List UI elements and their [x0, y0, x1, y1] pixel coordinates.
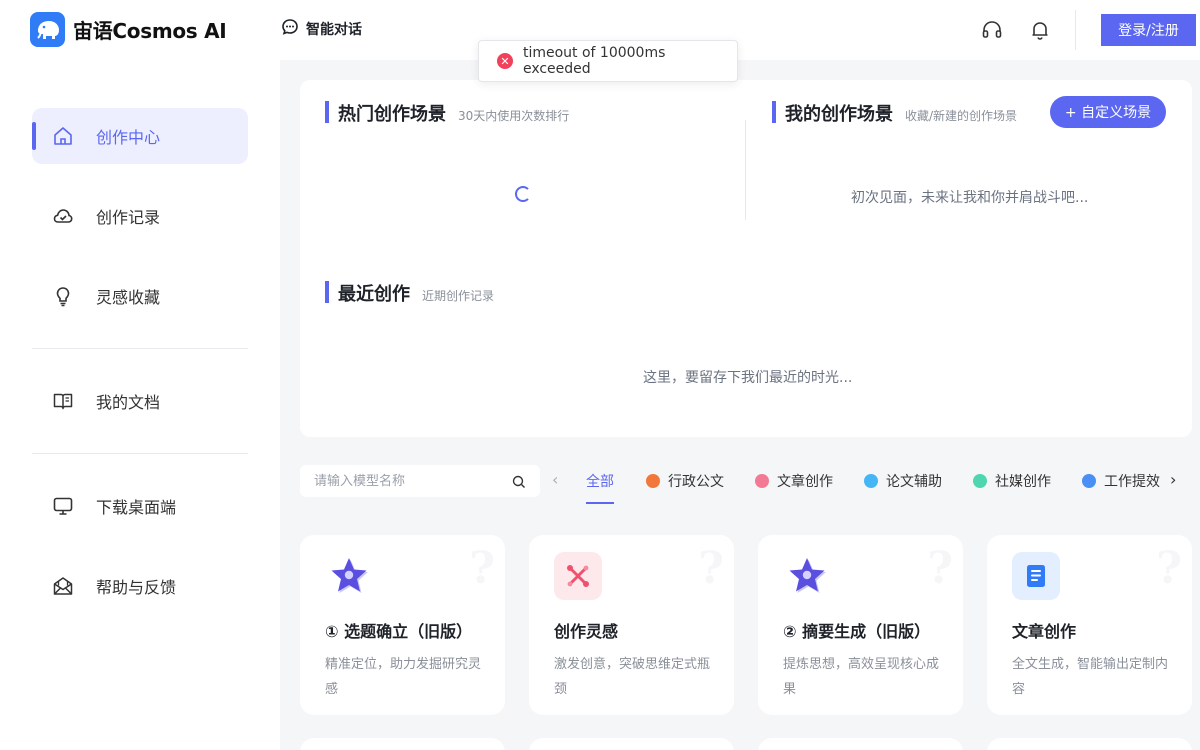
- section-accent-bar: [772, 101, 776, 123]
- my-scenes-empty-text: 初次见面，未来让我和你并肩战斗吧...: [851, 190, 1089, 206]
- card-description: 激发创意，突破思维定式瓶颈: [554, 657, 711, 697]
- sidebar-item-label: 创作记录: [96, 208, 161, 227]
- model-search-box: [300, 465, 540, 497]
- brand-logo[interactable]: 宙语Cosmos AI: [30, 12, 227, 47]
- sidebar-item-inspiration[interactable]: 灵感收藏: [32, 268, 248, 324]
- error-toast: ✕ timeout of 10000ms exceeded: [478, 40, 738, 82]
- card-watermark: ?: [469, 543, 495, 594]
- loading-spinner-icon: [515, 186, 531, 202]
- toast-message: timeout of 10000ms exceeded: [522, 45, 666, 77]
- section-divider: [745, 120, 746, 220]
- sidebar-item-help-feedback[interactable]: 帮助与反馈: [32, 558, 248, 614]
- sidebar-item-my-documents[interactable]: 我的文档: [32, 373, 248, 429]
- card-description: 全文生成，智能输出定制内容: [1012, 657, 1169, 697]
- hot-scenes-header: 热门创作场景 30天内使用次数排行: [325, 100, 570, 126]
- sidebar-divider: [32, 453, 248, 454]
- search-icon[interactable]: [512, 474, 526, 493]
- category-dot-icon: [864, 474, 878, 488]
- sidebar-item-label: 灵感收藏: [96, 288, 161, 307]
- tab-label: 全部: [586, 474, 614, 490]
- nav-smart-chat[interactable]: 智能对话: [281, 18, 362, 40]
- elephant-logo-icon: [30, 12, 65, 47]
- creation-overview-card: 热门创作场景 30天内使用次数排行 我的创作场景 收藏/新建的创作场景 + 自定…: [300, 80, 1192, 437]
- tab-label: 工作提效: [1104, 474, 1160, 490]
- sidebar-divider: [32, 348, 248, 349]
- star-icon: [325, 552, 373, 600]
- sidebar: 创作中心 创作记录 灵感收藏 我的文档 下载桌面端 帮助与反馈: [0, 60, 280, 750]
- category-dot-icon: [755, 474, 769, 488]
- category-dot-icon: [973, 474, 987, 488]
- tab-work-efficiency[interactable]: 工作提效: [1082, 471, 1160, 491]
- my-scenes-header: 我的创作场景 收藏/新建的创作场景: [772, 100, 1018, 126]
- nav-smart-chat-label: 智能对话: [306, 22, 362, 38]
- tab-social-media[interactable]: 社媒创作: [973, 471, 1051, 491]
- error-icon: ✕: [497, 53, 513, 69]
- sidebar-item-label: 我的文档: [96, 393, 161, 412]
- tab-label: 行政公文: [668, 474, 724, 490]
- chevron-left-icon[interactable]: ‹: [552, 470, 558, 489]
- home-icon: [52, 125, 74, 147]
- sidebar-item-label: 帮助与反馈: [96, 578, 177, 597]
- document-icon: [1012, 552, 1060, 600]
- book-icon: [52, 390, 74, 412]
- card-title: ① 选题确立（旧版）: [325, 622, 473, 641]
- scene-card-partial: [758, 738, 963, 750]
- tab-article-writing[interactable]: 文章创作: [755, 471, 833, 491]
- headset-icon[interactable]: [980, 18, 1004, 42]
- tab-administrative-docs[interactable]: 行政公文: [646, 471, 724, 491]
- star-icon: [783, 552, 831, 600]
- sidebar-item-download-desktop[interactable]: 下载桌面端: [32, 478, 248, 534]
- header-divider: [1075, 10, 1076, 50]
- my-scenes-title: 我的创作场景: [785, 104, 893, 125]
- sidebar-item-creation-history[interactable]: 创作记录: [32, 188, 248, 244]
- recent-creation-title: 最近创作: [338, 284, 410, 305]
- card-title: ② 摘要生成（旧版）: [783, 622, 931, 641]
- card-watermark: ?: [1156, 543, 1182, 594]
- tab-label: 文章创作: [777, 474, 833, 490]
- scene-card[interactable]: ? ② 摘要生成（旧版） 提炼思想，高效呈现核心成果: [758, 535, 963, 715]
- login-register-button[interactable]: 登录/注册: [1101, 14, 1196, 46]
- card-description: 提炼思想，高效呈现核心成果: [783, 657, 940, 697]
- brand-name: 宙语Cosmos AI: [73, 19, 227, 43]
- tab-label: 社媒创作: [995, 474, 1051, 490]
- hot-scenes-title: 热门创作场景: [338, 104, 446, 125]
- model-search-input[interactable]: [300, 466, 500, 496]
- category-dot-icon: [646, 474, 660, 488]
- scene-card-partial: [987, 738, 1192, 750]
- scene-card[interactable]: ? 创作灵感 激发创意，突破思维定式瓶颈: [529, 535, 734, 715]
- scene-card[interactable]: ? 文章创作 全文生成，智能输出定制内容: [987, 535, 1192, 715]
- chat-bubble-icon: [281, 18, 299, 40]
- sidebar-item-creation-center[interactable]: 创作中心: [32, 108, 248, 164]
- card-title: 文章创作: [1012, 622, 1077, 641]
- mail-icon: [52, 575, 74, 597]
- card-description: 精准定位，助力发掘研究灵感: [325, 657, 482, 697]
- card-title: 创作灵感: [554, 622, 619, 641]
- recent-empty-text: 这里，要留存下我们最近的时光...: [643, 370, 853, 386]
- tab-all[interactable]: 全部: [586, 471, 614, 491]
- sparkle-icon: [554, 552, 602, 600]
- section-accent-bar: [325, 281, 329, 303]
- my-scenes-subtitle: 收藏/新建的创作场景: [905, 109, 1018, 123]
- hot-scenes-subtitle: 30天内使用次数排行: [458, 109, 570, 123]
- recent-creation-header: 最近创作 近期创作记录: [325, 280, 495, 306]
- chevron-right-icon[interactable]: ›: [1170, 470, 1176, 489]
- cloud-icon: [52, 205, 74, 227]
- category-dot-icon: [1082, 474, 1096, 488]
- monitor-icon: [52, 495, 74, 517]
- card-watermark: ?: [698, 543, 724, 594]
- section-accent-bar: [325, 101, 329, 123]
- custom-scene-button[interactable]: + 自定义场景: [1050, 96, 1166, 128]
- card-watermark: ?: [927, 543, 953, 594]
- scene-card-partial: [300, 738, 505, 750]
- recent-creation-subtitle: 近期创作记录: [422, 289, 495, 303]
- active-tab-underline: [586, 502, 614, 504]
- sidebar-item-label: 创作中心: [96, 128, 161, 147]
- sidebar-item-label: 下载桌面端: [96, 498, 177, 517]
- tab-paper-assist[interactable]: 论文辅助: [864, 471, 942, 491]
- bell-icon[interactable]: [1028, 18, 1052, 42]
- lightbulb-icon: [52, 285, 74, 307]
- tab-label: 论文辅助: [886, 474, 942, 490]
- scene-card-partial: [529, 738, 734, 750]
- scene-card[interactable]: ? ① 选题确立（旧版） 精准定位，助力发掘研究灵感: [300, 535, 505, 715]
